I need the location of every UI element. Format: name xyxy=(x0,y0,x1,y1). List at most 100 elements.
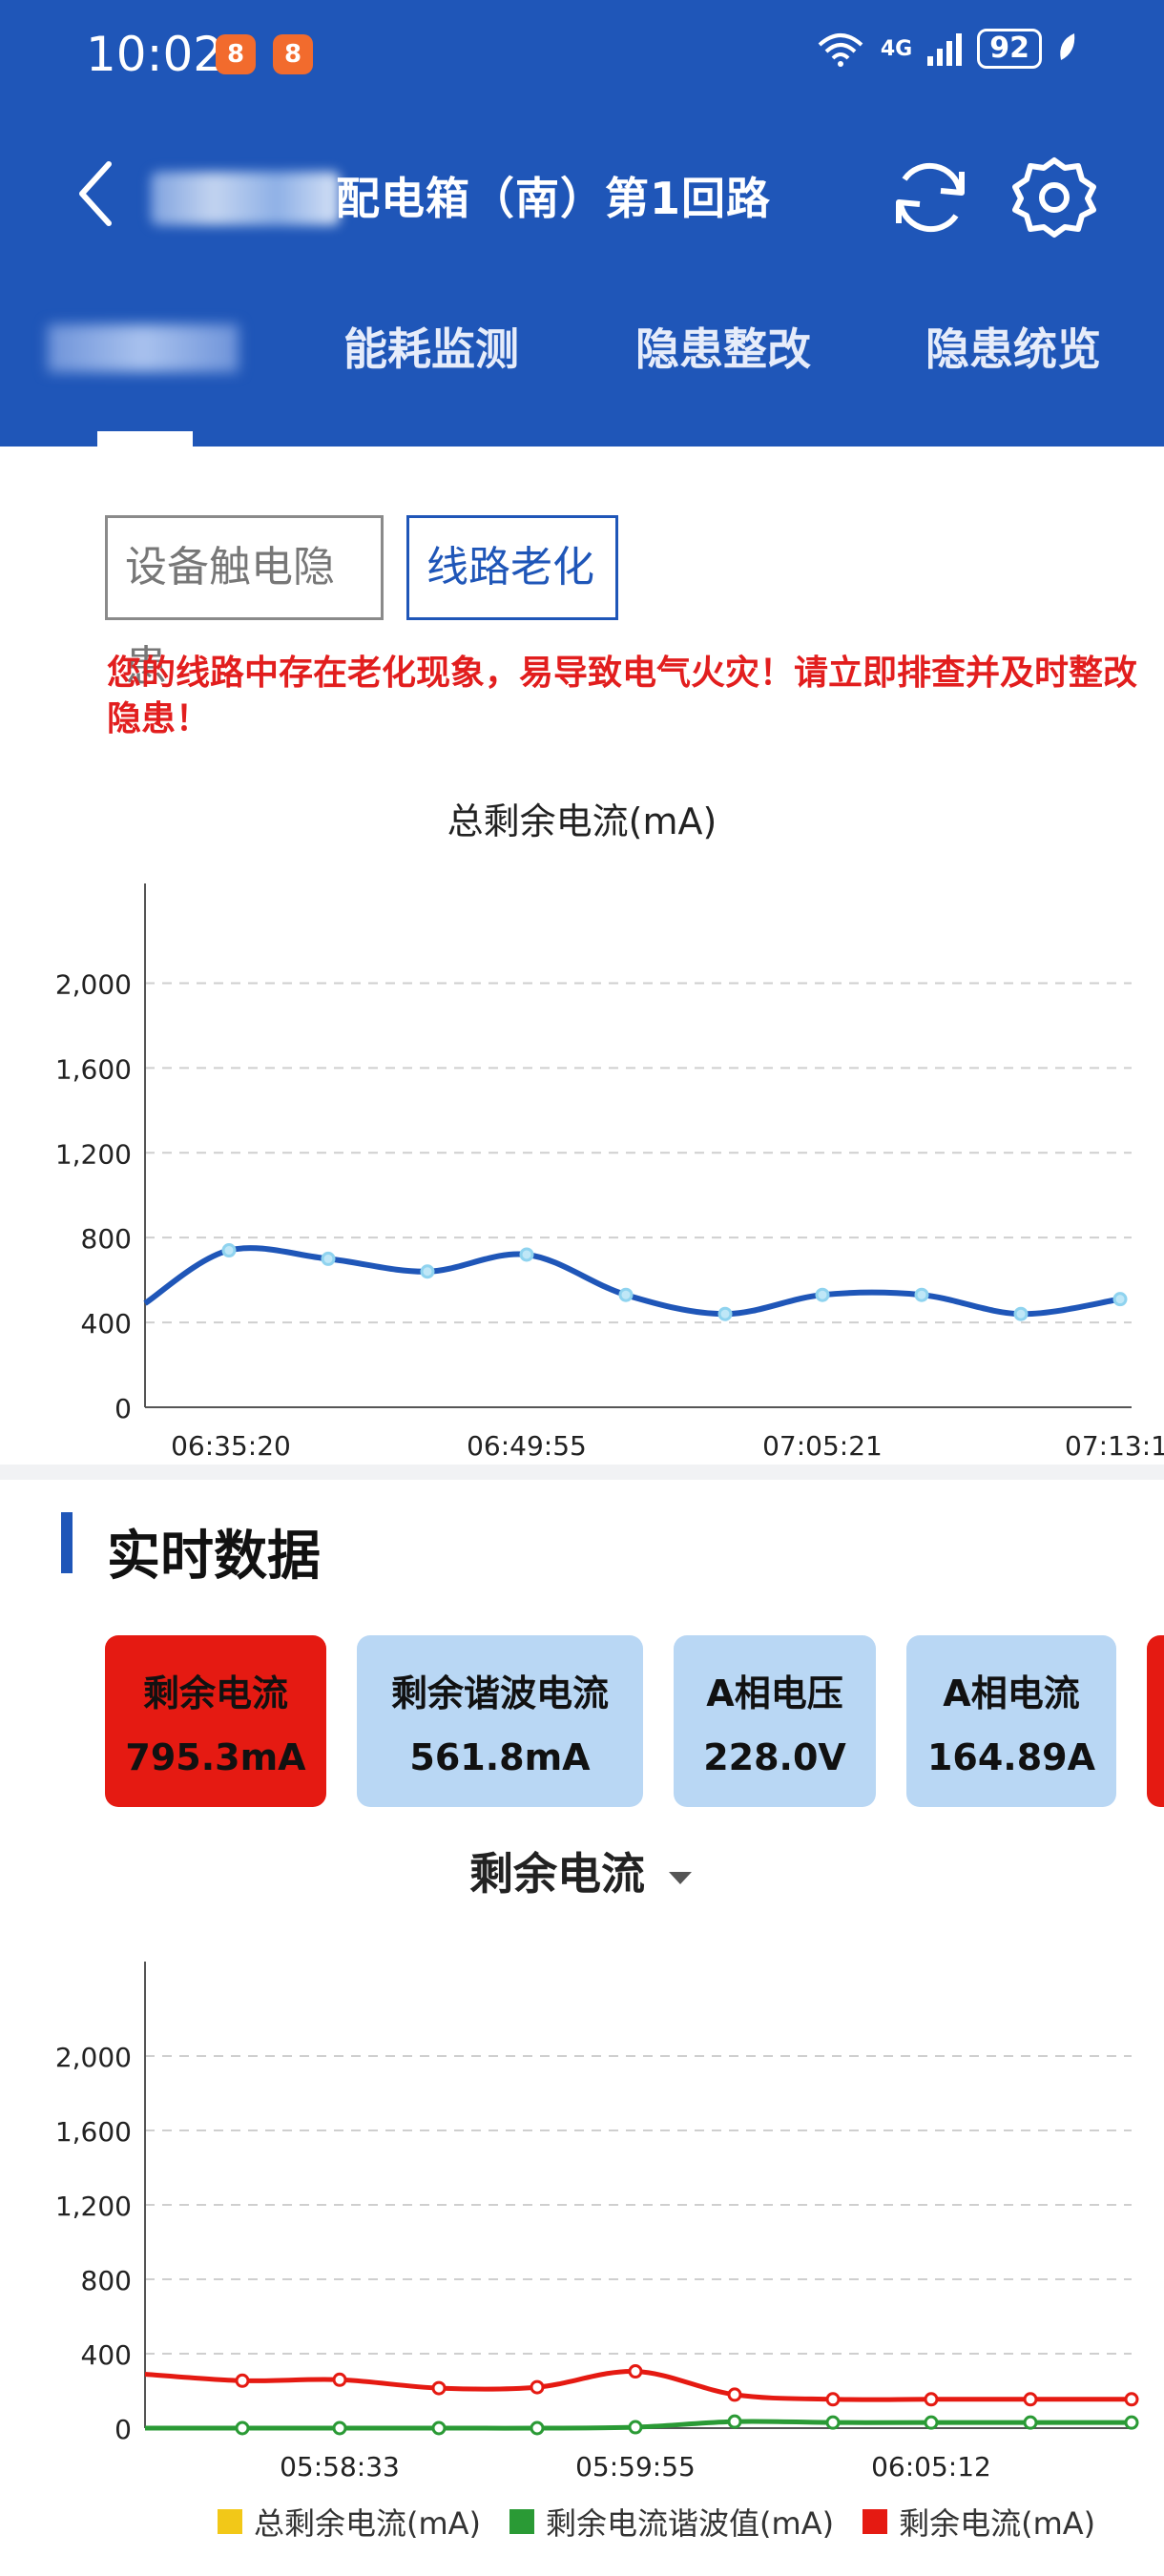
data-point[interactable] xyxy=(519,1247,534,1262)
x-tick-label: 05:58:33 xyxy=(280,2451,400,2483)
data-point[interactable] xyxy=(924,2392,939,2407)
legend-swatch xyxy=(863,2509,888,2534)
total-residual-current-chart: 0 400 800 1,200 1,600 2,000 06:35:20 06:49:55 07… xyxy=(55,883,1164,1462)
x-tick-label: 06:49:55 xyxy=(467,1430,587,1462)
tab-hazard-overview[interactable]: 隐患统览 xyxy=(925,315,1101,378)
section-accent-bar xyxy=(61,1512,73,1573)
signal-icon xyxy=(927,33,963,66)
card-phase-a-voltage[interactable]: A相电压 228.0V xyxy=(674,1635,876,1807)
x-tick-label: 06:35:20 xyxy=(171,1430,291,1462)
data-point[interactable] xyxy=(628,2364,643,2379)
series-line xyxy=(143,1245,1121,1318)
data-point[interactable] xyxy=(431,2420,447,2436)
battery-icon: 92 xyxy=(977,29,1042,69)
data-point[interactable] xyxy=(825,2415,841,2430)
y-tick-label: 400 xyxy=(81,1308,132,1340)
y-tick-label: 400 xyxy=(81,2339,132,2371)
data-point[interactable] xyxy=(727,2414,742,2429)
data-point[interactable] xyxy=(628,2420,643,2435)
legend-item[interactable]: 剩余电流(mA) xyxy=(863,2500,1095,2544)
leaf-icon xyxy=(1060,33,1075,60)
data-point[interactable] xyxy=(332,2372,347,2387)
data-point[interactable] xyxy=(235,2420,250,2436)
data-point[interactable] xyxy=(221,1243,237,1258)
title-bar: 配电箱（南）第1回路 xyxy=(0,143,1164,258)
data-point[interactable] xyxy=(235,2373,250,2388)
x-tick-label: 07:13:1 xyxy=(1065,1430,1164,1462)
legend-item[interactable]: 总剩余电流(mA) xyxy=(218,2500,481,2544)
legend-swatch xyxy=(218,2509,242,2534)
data-point[interactable] xyxy=(332,2420,347,2436)
data-point[interactable] xyxy=(825,2392,841,2407)
y-tick-label: 1,600 xyxy=(55,2116,132,2148)
status-bar: 10:02 8 8 4G 92 xyxy=(0,0,1164,114)
wifi-icon xyxy=(818,33,863,67)
refresh-icon[interactable] xyxy=(885,153,975,242)
tab-redacted[interactable] xyxy=(48,324,239,372)
data-point[interactable] xyxy=(1013,1306,1029,1321)
data-point[interactable] xyxy=(420,1264,435,1279)
card-value: 561.8mA xyxy=(409,1736,591,1778)
card-value: 795.3mA xyxy=(125,1736,306,1778)
chart2-legend: 总剩余电流(mA) 剩余电流谐波值(mA) 剩余电流(mA) xyxy=(218,2500,1124,2544)
data-point[interactable] xyxy=(924,2415,939,2430)
page-title: 配电箱（南）第1回路 xyxy=(336,173,772,224)
app-header: 10:02 8 8 4G 92 配电箱（南）第1回路 能耗监测 隐患整改 隐患统… xyxy=(0,0,1164,447)
data-point[interactable] xyxy=(321,1251,336,1266)
data-point[interactable] xyxy=(431,2380,447,2396)
data-point[interactable] xyxy=(914,1287,929,1302)
y-tick-label: 1,200 xyxy=(55,1138,132,1170)
data-point[interactable] xyxy=(1124,2392,1139,2407)
y-tick-label: 2,000 xyxy=(55,2042,132,2073)
y-tick-label: 0 xyxy=(114,1393,132,1424)
data-point[interactable] xyxy=(717,1306,733,1321)
metric-selector-label: 剩余电流 xyxy=(468,1848,645,1900)
card-phase-a-current[interactable]: A相电流 164.89A xyxy=(906,1635,1116,1807)
legend-swatch xyxy=(509,2509,535,2534)
card-value: 164.89A xyxy=(926,1736,1096,1778)
back-arrow-icon[interactable] xyxy=(76,160,114,227)
data-point[interactable] xyxy=(530,2420,545,2436)
tab-bar: 能耗监测 隐患整改 隐患统览 xyxy=(0,315,1164,429)
y-tick-label: 1,200 xyxy=(55,2191,132,2222)
data-point[interactable] xyxy=(1112,1292,1128,1307)
card-residual-harmonic-current[interactable]: 剩余谐波电流 561.8mA xyxy=(357,1635,643,1807)
card-partial-next[interactable] xyxy=(1147,1635,1164,1807)
network-type-icon: 4G xyxy=(880,36,913,61)
card-label: 剩余谐波电流 xyxy=(390,1672,609,1714)
data-point[interactable] xyxy=(618,1287,634,1302)
tab-energy-monitoring[interactable]: 能耗监测 xyxy=(343,315,519,378)
legend-label: 剩余电流谐波值(mA) xyxy=(546,2505,835,2542)
section-title: 实时数据 xyxy=(107,1526,321,1588)
app-notification-icon: 8 xyxy=(216,34,256,74)
x-tick-label: 07:05:21 xyxy=(762,1430,883,1462)
legend-item[interactable]: 剩余电流谐波值(mA) xyxy=(509,2500,834,2544)
app-notification-icon: 8 xyxy=(273,34,313,74)
data-point[interactable] xyxy=(1023,2415,1038,2430)
card-residual-current[interactable]: 剩余电流 795.3mA xyxy=(105,1635,326,1807)
y-tick-label: 2,000 xyxy=(55,968,132,1000)
metric-selector[interactable]: 剩余电流 xyxy=(0,1839,1164,1902)
status-time: 10:02 xyxy=(86,27,224,82)
y-tick-label: 1,600 xyxy=(55,1053,132,1085)
legend-label: 剩余电流(mA) xyxy=(899,2505,1096,2542)
data-point[interactable] xyxy=(530,2379,545,2395)
card-label: A相电流 xyxy=(943,1672,1080,1714)
caret-down-icon xyxy=(669,1871,692,1884)
data-point[interactable] xyxy=(1023,2392,1038,2407)
segment-line-aging[interactable]: 线路老化 xyxy=(406,515,618,620)
x-tick-label: 06:05:12 xyxy=(871,2451,991,2483)
data-point[interactable] xyxy=(1124,2415,1139,2430)
system-icons: 4G 92 xyxy=(814,29,1078,69)
warning-message: 您的线路中存在老化现象，易导致电气火灾！请立即排查并及时整改隐患！ xyxy=(107,654,1138,738)
tab-hazard-rectification[interactable]: 隐患整改 xyxy=(635,315,811,378)
legend-label: 总剩余电流(mA) xyxy=(254,2505,482,2542)
tab-active-indicator xyxy=(97,431,193,447)
y-tick-label: 0 xyxy=(114,2414,132,2445)
segment-electric-shock[interactable]: 设备触电隐患 xyxy=(105,515,384,691)
data-point[interactable] xyxy=(815,1287,830,1302)
data-point[interactable] xyxy=(727,2387,742,2402)
card-value: 228.0V xyxy=(703,1736,846,1778)
gear-icon[interactable] xyxy=(1009,153,1099,242)
realtime-residual-current-chart: 0 400 800 1,200 1,600 2,000 05:58:33 05:59:55 06… xyxy=(55,1962,1139,2483)
